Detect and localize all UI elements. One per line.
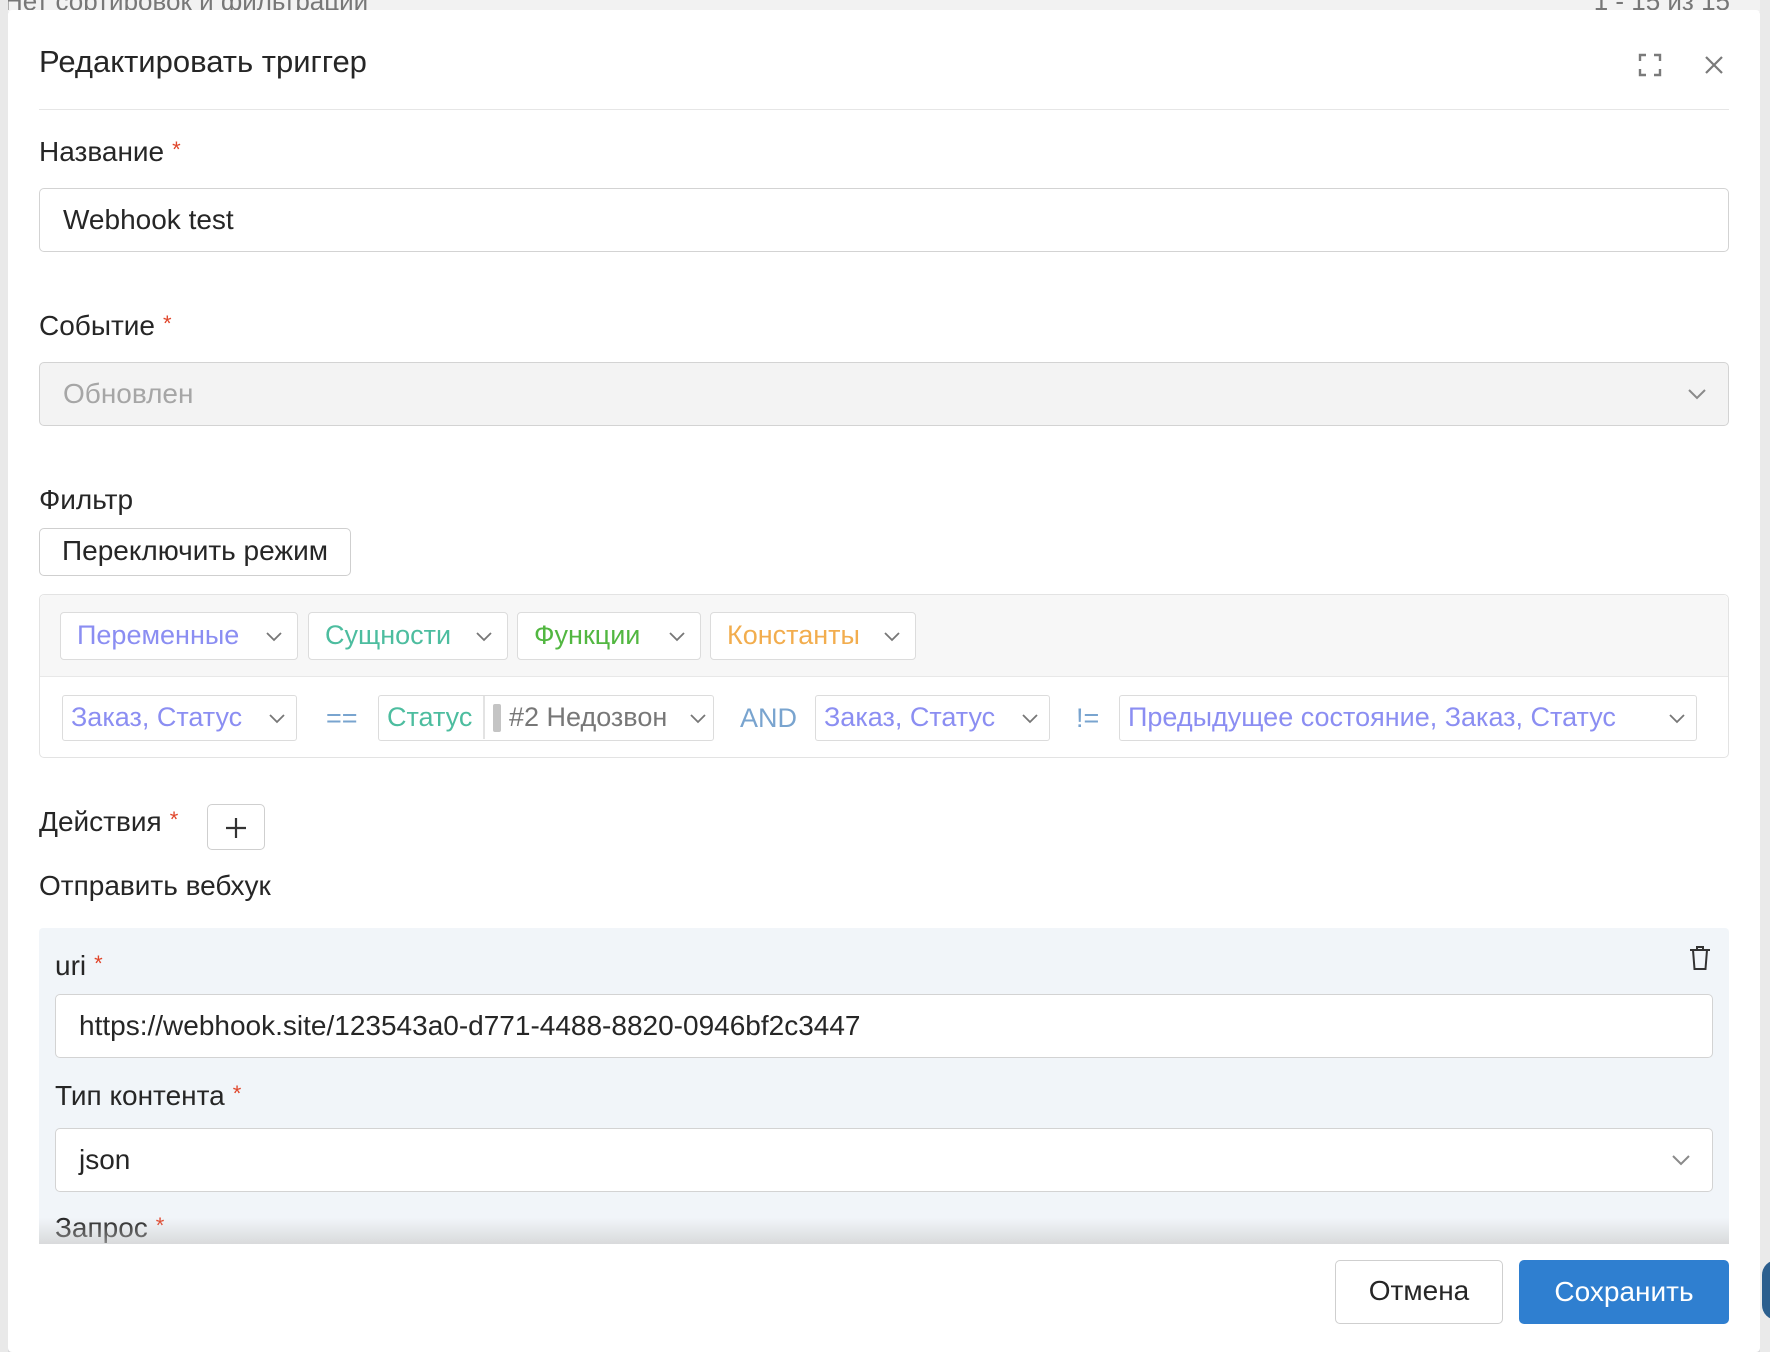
add-action-button[interactable] [207,804,265,850]
expression-token-status-value[interactable]: Статус #2 Недозвон [378,695,714,741]
background-left-edge [0,0,8,1352]
chevron-down-icon [669,632,685,642]
expression-token-previous-status[interactable]: Предыдущее состояние, Заказ, Статус [1119,695,1697,741]
event-label-text: Событие [39,310,155,341]
toggle-mode-button[interactable]: Переключить режим [39,528,351,576]
action-title: Отправить вебхук [39,870,271,901]
constants-label: Константы [727,620,860,650]
webhook-action-card: uri * https://webhook.site/123543a0-d771-… [39,928,1729,1244]
expression-token-order-status-2[interactable]: Заказ, Статус [815,695,1050,741]
cancel-button[interactable]: Отмена [1335,1260,1503,1324]
token-entity: Статус [387,702,473,732]
event-select-value: Обновлен [63,378,194,409]
entities-label: Сущности [325,620,452,650]
expand-icon[interactable] [1635,50,1665,80]
filter-toolbar: Переменные Сущности Функции Константы [40,595,1728,677]
event-label: Событие * [39,310,172,342]
token-label: Предыдущее состояние, Заказ, Статус [1128,702,1616,732]
name-label: Название * [39,136,181,168]
content-type-value: json [79,1144,131,1175]
actions-label-text: Действия [39,806,162,837]
name-input[interactable]: Webhook test [39,188,1729,252]
chevron-down-icon [884,632,900,642]
entities-dropdown[interactable]: Сущности [308,612,508,660]
constants-dropdown[interactable]: Константы [710,612,916,660]
filter-label: Фильтр [39,484,134,515]
save-button[interactable]: Сохранить [1519,1260,1729,1324]
chevron-down-icon [476,632,492,642]
token-label: Заказ, Статус [71,702,243,732]
variables-dropdown[interactable]: Переменные [60,612,298,660]
modal-title: Редактировать триггер [39,44,367,79]
required-mark: * [169,807,179,832]
filter-editor: Переменные Сущности Функции Константы За… [39,594,1729,758]
name-label-text: Название [39,136,165,167]
chevron-down-icon [1022,714,1038,724]
event-select[interactable]: Обновлен [39,362,1729,426]
background-floating-button [1762,1260,1770,1320]
functions-dropdown[interactable]: Функции [517,612,701,660]
modal-header: Редактировать триггер [39,10,1729,110]
chevron-down-icon [1669,714,1685,724]
content-type-select[interactable]: json [55,1128,1713,1192]
close-icon[interactable] [1699,50,1729,80]
operator-not-equals[interactable]: != [1076,695,1099,741]
token-label: Заказ, Статус [824,702,996,732]
actions-label: Действия * [39,806,178,838]
uri-label-text: uri [55,950,87,981]
expression-token-order-status[interactable]: Заказ, Статус [62,695,297,741]
scroll-fade [39,1218,1729,1244]
required-mark: * [172,137,181,162]
chevron-down-icon [269,714,285,724]
logic-and[interactable]: AND [740,695,797,741]
chevron-down-icon [266,632,282,642]
token-divider [483,696,485,739]
chevron-down-icon [690,714,706,724]
content-type-label: Тип контента * [55,1080,241,1112]
content-type-label-text: Тип контента [55,1080,225,1111]
operator-equals[interactable]: == [326,695,358,741]
token-handle [493,704,501,732]
functions-label: Функции [534,620,641,650]
chevron-down-icon [1688,389,1706,400]
token-value: #2 Недозвон [509,702,668,732]
trash-icon[interactable] [1687,944,1713,972]
required-mark: * [232,1081,242,1106]
background-right-edge [1760,0,1770,1352]
variables-label: Переменные [77,620,240,650]
uri-input[interactable]: https://webhook.site/123543a0-d771-4488-… [55,994,1713,1058]
required-mark: * [94,951,103,976]
edit-trigger-modal: Редактировать триггер Название * Webhook … [8,10,1760,1352]
plus-icon [226,818,246,838]
required-mark: * [163,311,172,336]
uri-label: uri * [55,950,103,982]
chevron-down-icon [1672,1155,1690,1166]
